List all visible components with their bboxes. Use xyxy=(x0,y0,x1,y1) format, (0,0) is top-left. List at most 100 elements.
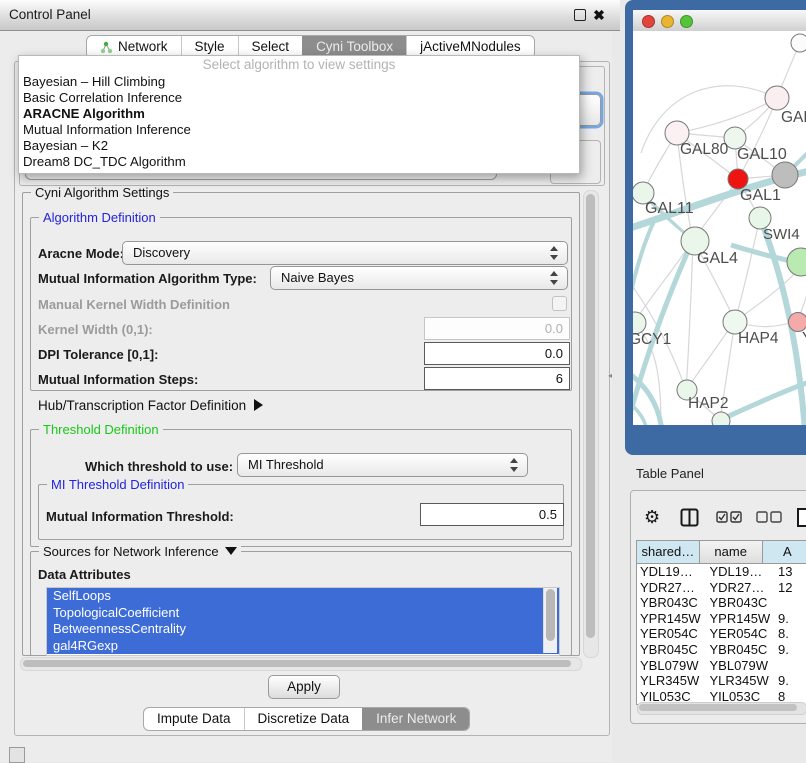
mi-steps-label: Mutual Information Steps: xyxy=(38,372,198,387)
node-label: GAL11 xyxy=(645,200,694,217)
scrollbar-thumb[interactable] xyxy=(586,194,595,638)
mac-close-icon[interactable] xyxy=(642,15,655,28)
table-horizontal-scrollbar[interactable] xyxy=(637,702,806,715)
node-label: HAP4 xyxy=(738,330,779,347)
mi-algorithm-type-combo[interactable]: Naive Bayes xyxy=(270,266,568,290)
table-toolbar: ⚙ xyxy=(636,504,806,532)
network-graph[interactable]: GALGAL80GAL10GAL1GAL11SWI4GAL4GCY1HAP4YH… xyxy=(633,31,806,425)
mac-zoom-icon[interactable] xyxy=(680,15,693,28)
bottom-tabs: Impute Data Discretize Data Infer Networ… xyxy=(143,707,470,731)
table-cell: YBL079W xyxy=(637,658,707,674)
table-row[interactable]: YPR145WYPR145W9. xyxy=(637,611,806,627)
network-window: GALGAL80GAL10GAL1GAL11SWI4GAL4GCY1HAP4YH… xyxy=(633,10,806,425)
group-title: Cyni Algorithm Settings xyxy=(31,185,173,200)
algorithm-option[interactable]: ARACNE Algorithm xyxy=(19,106,579,122)
apply-button[interactable]: Apply xyxy=(268,675,340,699)
tab-impute-data[interactable]: Impute Data xyxy=(144,708,244,730)
aracne-mode-combo[interactable]: Discovery xyxy=(122,241,568,265)
mi-threshold-input[interactable]: 0.5 xyxy=(420,503,564,526)
attribute-item[interactable]: TopologicalCoefficient xyxy=(47,605,559,622)
network-window-titlebar[interactable] xyxy=(633,10,806,32)
algorithm-option[interactable]: Dream8 DC_TDC Algorithm xyxy=(19,154,579,170)
algorithm-option[interactable]: Bayesian – Hill Climbing xyxy=(19,74,579,90)
hub-definition-label: Hub/Transcription Factor Definition xyxy=(38,398,246,413)
attribute-item[interactable]: gal4RGexp xyxy=(47,638,559,655)
dpi-tolerance-input[interactable]: 0.0 xyxy=(424,342,570,365)
network-node[interactable] xyxy=(787,248,806,276)
algorithm-placeholder: Select algorithm to view settings xyxy=(19,56,579,74)
network-edge[interactable] xyxy=(677,98,777,133)
table-cell: YBL079W xyxy=(707,658,777,674)
scrollbar-thumb[interactable] xyxy=(23,660,571,667)
table-cell: YER054C xyxy=(637,626,707,642)
table-cell: 9. xyxy=(776,611,806,627)
deselect-all-icon[interactable] xyxy=(756,511,782,523)
table-row[interactable]: YDR27…YDR27…12 xyxy=(637,580,806,596)
node-label: GAL1 xyxy=(740,187,781,204)
node-label: GAL10 xyxy=(737,146,787,163)
algorithm-dropdown-popup: Select algorithm to view settings Bayesi… xyxy=(18,55,580,174)
table-row[interactable]: YDL19…YDL19…13 xyxy=(637,564,806,580)
table-cell: YBR045C xyxy=(637,642,707,658)
select-all-icon[interactable] xyxy=(716,511,742,523)
docked-panel-icon[interactable] xyxy=(9,747,25,763)
table-cell: YDL19… xyxy=(707,564,777,580)
float-panel-icon[interactable] xyxy=(573,8,587,22)
network-node[interactable] xyxy=(728,169,748,189)
table-cell: 9. xyxy=(776,673,806,689)
document-icon[interactable] xyxy=(796,507,806,528)
attributes-scrollbar[interactable] xyxy=(543,588,557,653)
mac-minimize-icon[interactable] xyxy=(661,15,674,28)
table-row[interactable]: YBR045CYBR045C9. xyxy=(637,642,806,658)
tab-infer-network[interactable]: Infer Network xyxy=(362,708,469,730)
close-panel-icon[interactable]: ✖ xyxy=(592,8,606,22)
column-layout-icon[interactable] xyxy=(680,508,699,527)
gear-icon[interactable]: ⚙ xyxy=(644,504,660,530)
table-row[interactable]: YBR043CYBR043C xyxy=(637,595,806,611)
network-node[interactable] xyxy=(791,34,806,52)
algorithm-option-list: Bayesian – Hill ClimbingBasic Correlatio… xyxy=(19,74,579,170)
node-label: Y xyxy=(802,330,806,347)
column-header-shared-name[interactable]: shared… xyxy=(637,541,700,563)
collapsed-arrow-icon xyxy=(254,399,263,411)
network-edge[interactable] xyxy=(686,240,693,390)
settings-vertical-scrollbar[interactable] xyxy=(583,190,599,658)
attribute-item[interactable]: BetweennessCentrality xyxy=(47,621,559,638)
attribute-item[interactable]: SelfLoops xyxy=(47,588,559,605)
expanded-arrow-icon xyxy=(225,547,237,555)
table-body: YDL19…YDL19…13YDR27…YDR27…12YBR043CYBR04… xyxy=(637,564,806,704)
settings-horizontal-scrollbar[interactable] xyxy=(20,657,582,671)
column-header-partial[interactable]: A xyxy=(763,541,806,563)
combo-spinner-icon xyxy=(509,457,518,473)
network-node[interactable] xyxy=(765,86,789,110)
hub-definition-toggle[interactable]: Hub/Transcription Factor Definition xyxy=(38,398,263,413)
which-threshold-combo[interactable]: MI Threshold xyxy=(237,453,528,477)
manual-kernel-checkbox[interactable] xyxy=(552,296,567,311)
scrollbar-thumb[interactable] xyxy=(639,704,797,711)
algorithm-option[interactable]: Bayesian – K2 xyxy=(19,138,579,154)
network-canvas[interactable]: GALGAL80GAL10GAL1GAL11SWI4GAL4GCY1HAP4YH… xyxy=(633,31,806,425)
network-node[interactable] xyxy=(772,162,798,188)
network-node[interactable] xyxy=(789,313,806,332)
column-header-name[interactable]: name xyxy=(700,541,763,563)
node-label: GAL xyxy=(781,109,806,126)
table-row[interactable]: YLR345WYLR345W9. xyxy=(637,673,806,689)
kernel-width-input[interactable]: 0.0 xyxy=(424,317,570,340)
tab-discretize-data[interactable]: Discretize Data xyxy=(244,708,363,730)
table-cell: 13 xyxy=(776,564,806,580)
table-cell: YPR145W xyxy=(707,611,777,627)
panel-splitter-handle[interactable]: ◂ xyxy=(608,371,612,380)
algorithm-option[interactable]: Basic Correlation Inference xyxy=(19,90,579,106)
sources-toggle[interactable]: Sources for Network Inference xyxy=(39,544,241,559)
table-panel-title: Table Panel xyxy=(636,466,704,481)
algorithm-option[interactable]: Mutual Information Inference xyxy=(19,122,579,138)
table-cell: YPR145W xyxy=(637,611,707,627)
table-row[interactable]: YER054CYER054C8. xyxy=(637,626,806,642)
table-row[interactable]: YBL079WYBL079W xyxy=(637,658,806,674)
mi-steps-input[interactable]: 6 xyxy=(424,367,570,390)
aracne-mode-label: Aracne Mode: xyxy=(38,246,124,261)
network-edge[interactable] xyxy=(720,379,806,420)
manual-kernel-label: Manual Kernel Width Definition xyxy=(38,297,230,312)
scrollbar-thumb[interactable] xyxy=(546,589,555,641)
network-node[interactable] xyxy=(712,412,730,425)
